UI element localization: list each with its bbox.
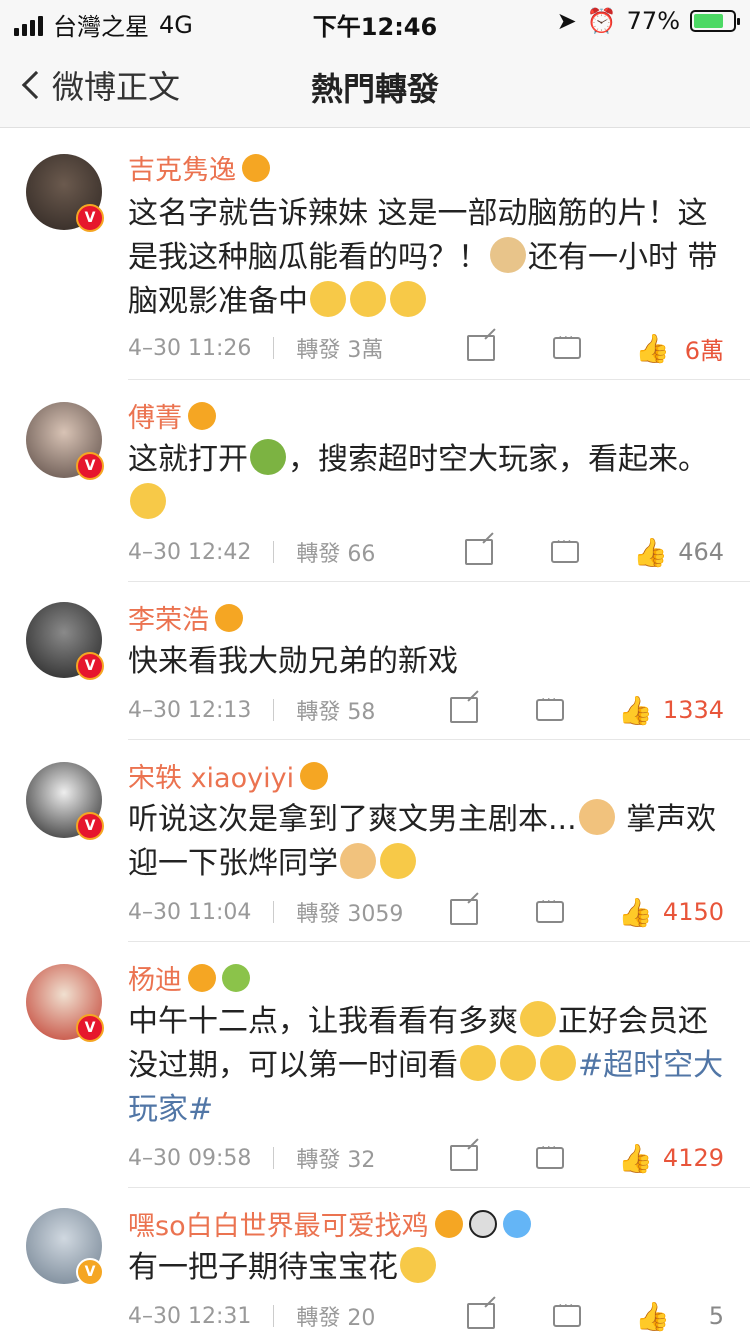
like-count: 1334	[662, 696, 724, 724]
comment-item: V 杨迪 中午十二点，让我看看有多爽 正好会员还没过期，可以第一时间看 #超时空大玩…	[0, 942, 750, 1188]
repost-count[interactable]: 轉發 32	[296, 1142, 375, 1174]
like-count: 464	[678, 538, 724, 566]
shy-emoji-icon	[380, 843, 416, 879]
user-name[interactable]: 吉克隽逸	[128, 148, 236, 187]
comment-text: 有一把子期待宝宝花	[128, 1246, 724, 1290]
laughing-emoji-icon	[500, 1045, 536, 1081]
comment-meta: 4–30 12:42 轉發 66 👍 464	[128, 532, 724, 572]
comment-item: V 吉克隽逸 这名字就告诉辣妹 这是一部动脑筋的片！这是我这种脑瓜能看的吗？！还…	[0, 132, 750, 380]
comment-text: 这就打开 ，搜索超时空大玩家，看起来。	[128, 438, 724, 526]
kissing-emoji-icon	[400, 1247, 436, 1283]
comment-text: 听说这次是拿到了爽文男主剧本... 掌声欢迎一下张烨同学	[128, 798, 724, 886]
timestamp: 4–30 12:42	[128, 539, 252, 565]
repost-count[interactable]: 轉發 66	[296, 536, 375, 568]
share-icon[interactable]	[467, 335, 496, 361]
share-icon[interactable]	[450, 697, 479, 723]
comment-icon[interactable]	[551, 534, 580, 563]
clap-emoji-icon	[578, 799, 615, 835]
user-name[interactable]: 李荣浩	[128, 598, 209, 637]
verified-badge-icon: V	[76, 1014, 104, 1042]
like-icon[interactable]: 👍	[635, 332, 670, 365]
timestamp: 4–30 12:13	[128, 697, 252, 723]
like-count: 6萬	[684, 336, 724, 365]
kiwi-emoji-icon	[250, 439, 286, 475]
vip-crown-icon	[434, 1209, 463, 1238]
vip-crown-icon	[300, 761, 329, 790]
shy-emoji-icon	[350, 281, 386, 317]
comment-icon[interactable]	[553, 330, 582, 359]
battery-percent: 77%	[626, 7, 680, 35]
fan-badge-icon	[222, 963, 250, 992]
like-count: 5	[708, 1302, 724, 1330]
comment-icon[interactable]	[536, 894, 565, 923]
vip-crown-icon	[188, 963, 216, 992]
like-icon[interactable]: 👍	[618, 896, 653, 929]
like-icon[interactable]: 👍	[618, 694, 653, 727]
user-name[interactable]: 宋轶 xiaoyiyi	[128, 756, 294, 795]
comment-text: 中午十二点，让我看看有多爽 正好会员还没过期，可以第一时间看 #超时空大玩家#	[128, 1000, 724, 1132]
panda-icon	[468, 1209, 497, 1238]
battery-icon	[690, 10, 740, 32]
comment-icon[interactable]	[536, 1140, 565, 1169]
user-name[interactable]: 杨迪	[128, 958, 182, 997]
user-name[interactable]: 嘿so白白世界最可爱找鸡	[128, 1204, 429, 1243]
crying-emoji-icon	[130, 483, 166, 519]
location-icon: ➤	[556, 7, 577, 35]
laughing-emoji-icon	[540, 1045, 576, 1081]
status-bar: 台灣之星 4G 下午12:46 ➤ ⏰ 77%	[0, 0, 750, 42]
timestamp: 4–30 11:26	[128, 335, 252, 361]
page-title: 熱門轉發	[310, 70, 439, 108]
cool-emoji-icon	[520, 1001, 556, 1037]
comment-text: 这名字就告诉辣妹 这是一部动脑筋的片！这是我这种脑瓜能看的吗？！ 还有一小时 带脑…	[128, 196, 718, 319]
comment-meta: 4–30 09:58 轉發 32 👍 4129	[128, 1138, 724, 1178]
comment-text: 快来看我大勋兄弟的新戏	[128, 644, 458, 679]
like-icon[interactable]: 👍	[635, 1300, 670, 1333]
alarm-icon: ⏰	[586, 7, 617, 35]
comment-item: V 宋轶 xiaoyiyi 听说这次是拿到了爽文男主剧本... 掌声欢迎一下张烨…	[0, 740, 750, 942]
laughing-emoji-icon	[460, 1045, 496, 1081]
verified-badge-icon: V	[76, 452, 104, 480]
comment-meta: 4–30 11:26 轉發 3萬 👍 6萬	[128, 328, 724, 368]
shark-icon	[502, 1209, 531, 1238]
doge-emoji-icon	[490, 237, 526, 273]
comment-item: V 傅菁 这就打开 ，搜索超时空大玩家，看起来。 4–30 12:42 轉發 66…	[0, 380, 750, 582]
comment-icon[interactable]	[536, 692, 565, 721]
like-count: 4150	[662, 898, 724, 926]
vip-crown-icon	[188, 401, 216, 430]
repost-count[interactable]: 轉發 3萬	[296, 332, 383, 364]
comment-item: V 李荣浩 快来看我大勋兄弟的新戏 4–30 12:13 轉發 58 👍 133…	[0, 582, 750, 740]
comment-icon[interactable]	[553, 1298, 582, 1327]
share-icon[interactable]	[450, 1145, 479, 1171]
vip-crown-icon	[215, 603, 243, 632]
verified-badge-icon: V	[76, 204, 104, 232]
like-count: 4129	[662, 1144, 724, 1172]
comment-meta: 4–30 12:31 轉發 20 👍 5	[128, 1296, 724, 1334]
verified-badge-icon: V	[76, 652, 104, 680]
share-icon[interactable]	[467, 1303, 496, 1329]
timestamp: 4–30 11:04	[128, 899, 252, 925]
shy-emoji-icon	[390, 281, 426, 317]
repost-count[interactable]: 轉發 3059	[296, 896, 403, 928]
comment-item: V 嘿so白白世界最可爱找鸡 有一把子期待宝宝花 4–30 12:31 轉發 2…	[0, 1188, 750, 1334]
comment-meta: 4–30 11:04 轉發 3059 👍 4150	[128, 892, 724, 932]
timestamp: 4–30 12:31	[128, 1303, 252, 1329]
verified-badge-icon: V	[76, 812, 104, 840]
vip-crown-icon	[242, 153, 270, 182]
victory-hand-emoji-icon	[340, 843, 376, 879]
timestamp: 4–30 09:58	[128, 1145, 252, 1171]
share-icon[interactable]	[465, 539, 494, 565]
like-icon[interactable]: 👍	[618, 1142, 653, 1175]
repost-count[interactable]: 轉發 58	[296, 694, 375, 726]
user-name[interactable]: 傅菁	[128, 396, 182, 435]
nav-bar: 微博正文 熱門轉發	[0, 42, 750, 128]
share-icon[interactable]	[450, 899, 479, 925]
comment-list: V 吉克隽逸 这名字就告诉辣妹 这是一部动脑筋的片！这是我这种脑瓜能看的吗？！还…	[0, 132, 750, 1333]
shy-emoji-icon	[310, 281, 346, 317]
verified-badge-icon: V	[76, 1258, 104, 1286]
like-icon[interactable]: 👍	[633, 536, 668, 569]
repost-count[interactable]: 轉發 20	[296, 1300, 375, 1332]
comment-meta: 4–30 12:13 轉發 58 👍 1334	[128, 690, 724, 730]
